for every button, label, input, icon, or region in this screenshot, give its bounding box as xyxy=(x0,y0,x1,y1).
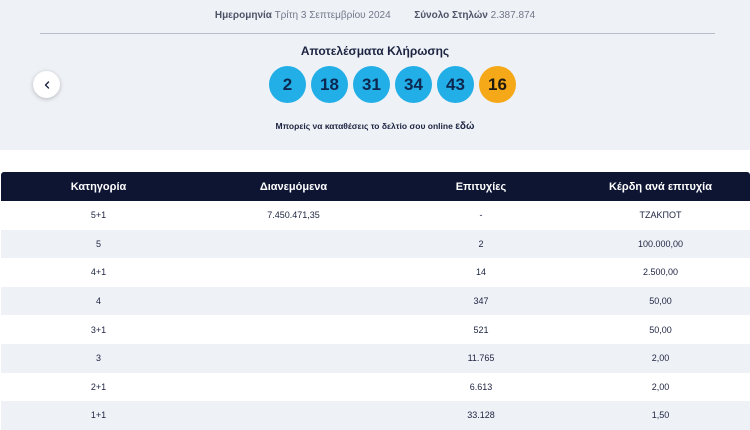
table-body: 5+1 7.450.471,35 - ΤΖΑΚΠΟΤ 5 2 100.000,0… xyxy=(1,201,750,430)
winners-cell: 11.765 xyxy=(467,353,495,364)
draw-date: Τρίτη 3 Σεπτεμβρίου 2024 xyxy=(274,10,391,21)
category-cell: 4+1 xyxy=(90,267,107,278)
number-ball: 2 xyxy=(269,66,306,103)
table-row: 4 347 50,00 xyxy=(1,286,750,316)
winners-cell: 33.128 xyxy=(467,410,495,421)
prize-cell: 2,00 xyxy=(651,353,670,364)
winners-cell: 347 xyxy=(473,296,489,307)
prize-cell: ΤΖΑΚΠΟΤ xyxy=(639,210,682,221)
header-prize-per-winner: Κέρδη ανά επιτυχία xyxy=(608,180,713,193)
table-row: 5+1 7.450.471,35 - ΤΖΑΚΠΟΤ xyxy=(1,201,750,230)
prize-cell: 1,50 xyxy=(651,410,670,421)
online-note-text: Μπορείς να καταθέσεις το δελτίο σου onli… xyxy=(275,121,453,131)
prize-table: Κατηγορία Διανεμόμενα Επιτυχίες Κέρδη αν… xyxy=(1,172,750,430)
winners-cell: 6.613 xyxy=(469,381,493,392)
winners-cell: 2 xyxy=(478,238,484,249)
total-columns-label: Σύνολο Στηλών xyxy=(414,10,488,21)
total-columns-value: 2.387.874 xyxy=(490,10,536,21)
winners-cell: 521 xyxy=(473,324,489,335)
table-row: 5 2 100.000,00 xyxy=(1,229,750,259)
header-winners: Επιτυχίες xyxy=(455,180,507,193)
table-row: 2+1 6.613 2,00 xyxy=(1,372,750,402)
header-distributed: Διανεμόμενα xyxy=(259,180,328,193)
prize-cell: 2,00 xyxy=(651,381,670,392)
number-ball: 18 xyxy=(311,66,348,103)
category-cell: 5+1 xyxy=(90,210,107,221)
category-cell: 3 xyxy=(95,353,101,364)
category-cell: 1+1 xyxy=(90,410,107,421)
category-cell: 4 xyxy=(95,296,101,307)
prize-cell: 50,00 xyxy=(649,296,672,307)
table-header: Κατηγορία Διανεμόμενα Επιτυχίες Κέρδη αν… xyxy=(1,172,750,201)
distributed-cell: 7.450.471,35 xyxy=(267,210,320,221)
online-link[interactable]: εδώ xyxy=(455,121,474,132)
number-ball: 31 xyxy=(353,66,390,103)
draw-results-panel: Ημερομηνία Τρίτη 3 Σεπτεμβρίου 2024 Σύνο… xyxy=(0,0,750,150)
category-cell: 5 xyxy=(95,238,101,249)
winners-cell: 14 xyxy=(475,267,486,278)
category-cell: 2+1 xyxy=(90,381,107,392)
joker-ball: 16 xyxy=(479,66,516,103)
number-ball: 34 xyxy=(395,66,432,103)
previous-draw-button[interactable] xyxy=(33,71,60,98)
header-category: Κατηγορία xyxy=(70,180,127,193)
category-cell: 3+1 xyxy=(90,324,107,335)
table-row: 3+1 521 50,00 xyxy=(1,315,750,344)
divider xyxy=(40,33,715,34)
table-row: 1+1 33.128 1,50 xyxy=(1,401,750,430)
number-ball: 43 xyxy=(437,66,474,103)
results-title: Αποτελέσματα Κλήρωσης xyxy=(300,44,450,58)
table-row: 4+1 14 2.500,00 xyxy=(1,258,750,287)
prize-cell: 2.500,00 xyxy=(642,267,679,278)
chevron-left-icon xyxy=(44,80,49,89)
date-label: Ημερομηνία xyxy=(214,10,272,21)
winners-cell: - xyxy=(479,210,483,221)
winning-numbers: 2 18 31 34 43 16 xyxy=(269,66,516,104)
prize-cell: 50,00 xyxy=(649,324,672,335)
prize-cell: 100.000,00 xyxy=(637,238,684,249)
draw-meta: Ημερομηνία Τρίτη 3 Σεπτεμβρίου 2024 Σύνο… xyxy=(0,10,750,21)
table-row: 3 11.765 2,00 xyxy=(1,343,750,373)
online-note: Μπορείς να καταθέσεις το δελτίο σου onli… xyxy=(0,121,750,132)
